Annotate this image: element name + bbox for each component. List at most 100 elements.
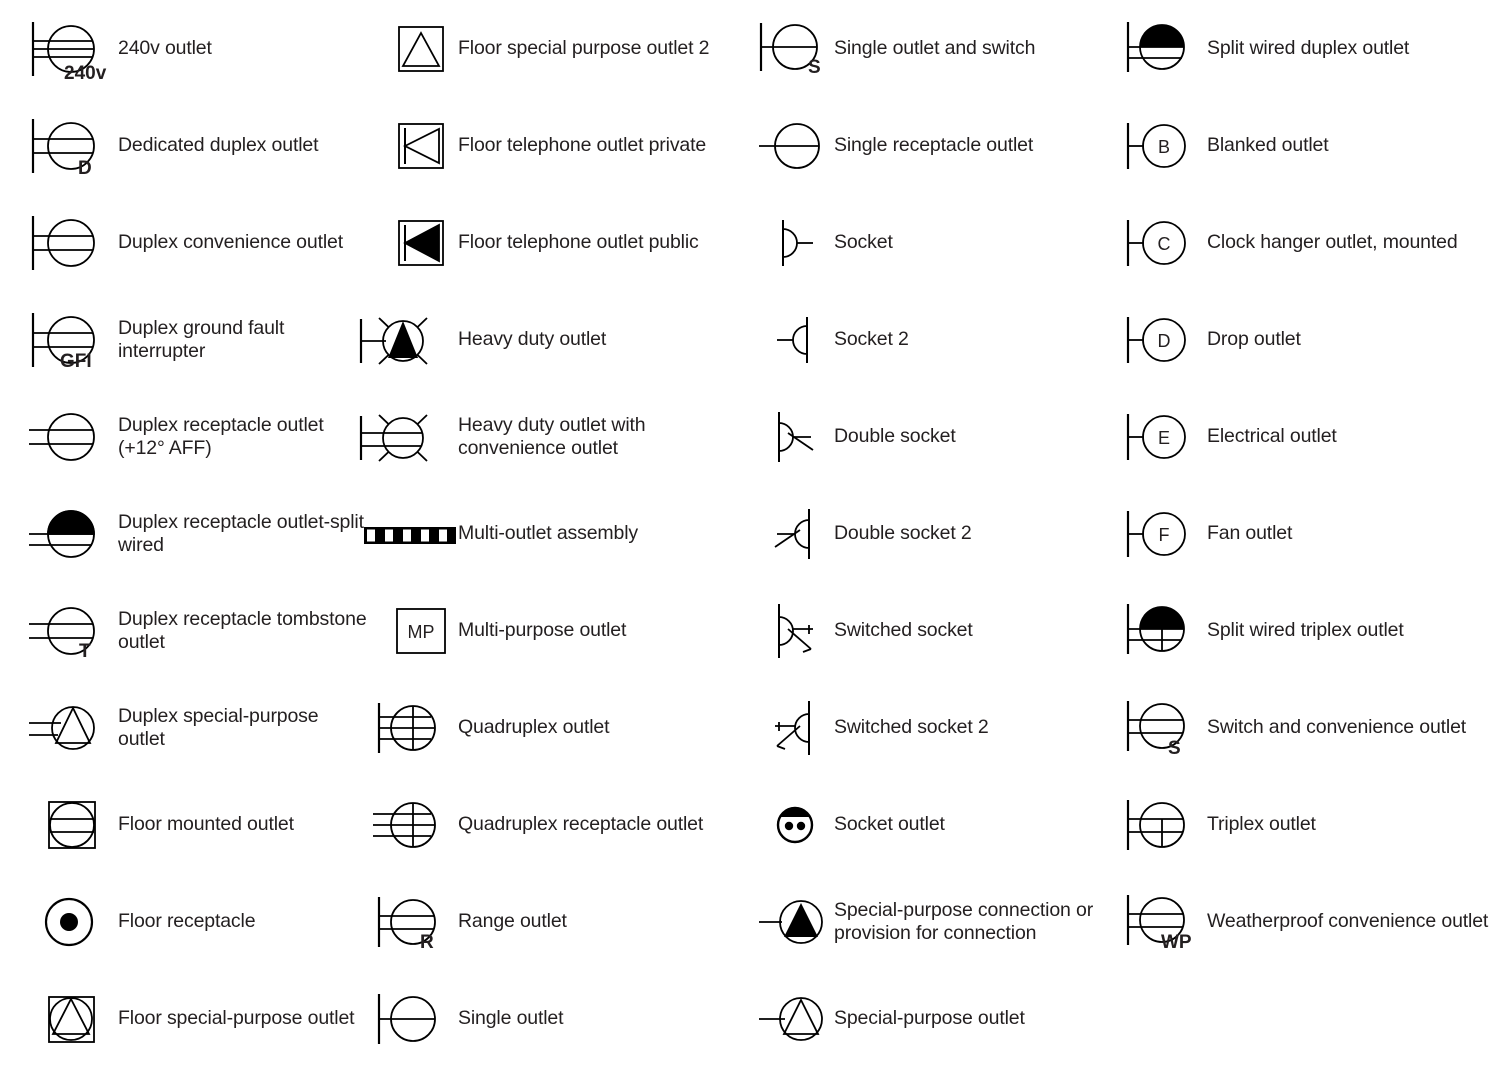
symbol-row[interactable]: Duplex special-purpose outlet (18, 679, 368, 776)
symbol-row[interactable]: Switched socket (760, 582, 1098, 679)
symbol-row[interactable]: Split wired triplex outlet (1107, 582, 1497, 679)
floor-telephone-outlet-private-icon (358, 100, 454, 192)
symbol-row[interactable]: Socket 2 (760, 291, 1098, 388)
symbol-row[interactable]: Floor receptacle (18, 873, 368, 970)
switched-socket-2-icon (760, 682, 830, 774)
heavy-duty-outlet-icon (358, 294, 454, 386)
symbol-row[interactable]: MP Multi-purpose outlet (358, 582, 746, 679)
symbol-label: Dedicated duplex outlet (118, 134, 319, 156)
symbol-label: Socket (834, 231, 893, 253)
symbol-label: Split wired duplex outlet (1207, 37, 1410, 59)
symbol-row[interactable]: Triplex outlet (1107, 776, 1497, 873)
symbol-label: Switch and convenience outlet (1207, 716, 1467, 738)
symbol-label: Switched socket (834, 619, 973, 641)
symbol-row[interactable]: Heavy duty outlet with convenience outle… (358, 388, 746, 485)
symbol-row[interactable]: Single receptacle outlet (759, 97, 1098, 194)
single-receptacle-outlet-icon (759, 100, 830, 192)
symbol-row[interactable]: 240v 240v outlet (18, 0, 368, 97)
symbol-row[interactable]: C Clock hanger outlet, mounted (1107, 194, 1497, 291)
symbol-label: Weatherproof convenience outlet (1207, 910, 1489, 932)
symbol-label: Quadruplex receptacle outlet (458, 813, 704, 835)
symbol-row[interactable]: Quadruplex outlet (358, 679, 746, 776)
outlet-letter: E (1158, 428, 1170, 448)
symbol-row[interactable]: Special-purpose connection or provision … (759, 873, 1098, 970)
symbol-row[interactable]: R Range outlet (358, 873, 746, 970)
symbol-row[interactable]: Special-purpose outlet (759, 970, 1098, 1067)
symbol-row[interactable]: E Electrical outlet (1107, 388, 1497, 485)
symbol-row[interactable]: D Dedicated duplex outlet (18, 97, 368, 194)
symbol-row[interactable]: Switched socket 2 (760, 679, 1098, 776)
symbol-column-4: Split wired duplex outlet B Blanked outl… (1095, 0, 1500, 1071)
symbol-row[interactable]: Duplex receptacle outlet (+12° AFF) (18, 388, 368, 485)
symbol-row[interactable]: Socket outlet (760, 776, 1098, 873)
symbol-row[interactable]: Single outlet (358, 970, 746, 1067)
symbol-row[interactable]: Heavy duty outlet (358, 291, 746, 388)
symbol-row[interactable]: GFI Duplex ground fault interrupter (18, 291, 368, 388)
symbol-label: Split wired triplex outlet (1207, 619, 1404, 641)
symbol-row[interactable]: S Switch and convenience outlet (1107, 679, 1497, 776)
symbol-label: Drop outlet (1207, 328, 1301, 350)
symbol-label: Quadruplex outlet (458, 716, 610, 738)
symbol-column-1: 240v 240v outlet D Dedicated duplex outl… (0, 0, 372, 1071)
symbol-sub-label: WP (1161, 931, 1192, 953)
symbol-sub-label: 240v (64, 62, 107, 84)
symbol-row[interactable]: Double socket 2 (760, 485, 1098, 582)
single-outlet-and-switch-icon: S (759, 3, 830, 95)
symbol-label: Switched socket 2 (834, 716, 989, 738)
symbol-row[interactable]: T Duplex receptacle tombstone outlet (18, 582, 368, 679)
symbol-row[interactable]: Floor mounted outlet (18, 776, 368, 873)
symbol-row[interactable]: WP Weatherproof convenience outlet (1107, 873, 1497, 970)
symbol-sub-label: T (79, 640, 91, 662)
symbol-label: Floor telephone outlet private (458, 134, 707, 156)
symbol-label: Floor special purpose outlet 2 (458, 37, 710, 59)
symbol-row[interactable]: Duplex receptacle outlet-split wired (18, 485, 368, 582)
symbol-row[interactable]: Floor special purpose outlet 2 (358, 0, 746, 97)
symbol-row[interactable]: Quadruplex receptacle outlet (358, 776, 746, 873)
socket-icon (760, 197, 830, 289)
symbol-label: Special-purpose connection or provision … (834, 898, 1094, 944)
double-socket-icon (760, 391, 830, 483)
duplex-ground-fault-interrupter-icon: GFI (18, 294, 114, 386)
double-socket-2-icon (760, 488, 830, 580)
symbol-label: Multi-outlet assembly (458, 522, 638, 544)
symbol-label: Single outlet (458, 1007, 564, 1029)
symbol-row[interactable]: Double socket (760, 388, 1098, 485)
fan-outlet-icon: F (1107, 488, 1203, 580)
heavy-duty-outlet-with-convenience-outlet-icon (358, 391, 454, 483)
symbol-row[interactable]: Multi-outlet assembly (358, 485, 746, 582)
duplex-convenience-outlet-icon (18, 197, 114, 289)
duplex-receptacle-outlet-split-wired-icon (18, 488, 114, 580)
duplex-receptacle-outlet-aff-icon (18, 391, 114, 483)
symbol-row[interactable]: Split wired duplex outlet (1107, 0, 1497, 97)
floor-special-purpose-outlet-icon (18, 973, 114, 1065)
symbol-row[interactable]: B Blanked outlet (1107, 97, 1497, 194)
symbol-label: Double socket 2 (834, 522, 972, 544)
symbol-row[interactable]: Floor special-purpose outlet (18, 970, 368, 1067)
symbol-label: Floor special-purpose outlet (118, 1007, 355, 1029)
switch-and-convenience-outlet-icon: S (1107, 682, 1203, 774)
outlet-letter: C (1158, 234, 1171, 254)
symbol-row[interactable]: Duplex convenience outlet (18, 194, 368, 291)
symbol-label: Socket 2 (834, 328, 909, 350)
electrical-symbols-sheet: 240v 240v outlet D Dedicated duplex outl… (0, 0, 1500, 1071)
symbol-sub-label: S (1168, 737, 1181, 759)
symbol-label: Duplex receptacle tombstone outlet (118, 607, 367, 653)
symbol-label: Duplex receptacle outlet (+12° AFF) (118, 413, 324, 459)
symbol-label: Floor receptacle (118, 910, 256, 932)
duplex-special-purpose-outlet-icon (18, 682, 114, 774)
multi-purpose-outlet-letter: MP (408, 622, 435, 642)
split-wired-duplex-outlet-icon (1107, 3, 1203, 95)
quadruplex-receptacle-outlet-icon (358, 779, 454, 871)
special-purpose-outlet-icon (759, 973, 830, 1065)
special-purpose-connection-icon (759, 876, 830, 968)
electrical-outlet-icon: E (1107, 391, 1203, 483)
symbol-row[interactable]: Floor telephone outlet public (358, 194, 746, 291)
blanked-outlet-icon: B (1107, 100, 1203, 192)
weatherproof-convenience-outlet-icon: WP (1107, 876, 1203, 968)
symbol-row[interactable]: Socket (760, 194, 1098, 291)
symbol-row[interactable]: Floor telephone outlet private (358, 97, 746, 194)
symbol-row[interactable]: F Fan outlet (1107, 485, 1497, 582)
symbol-row[interactable]: D Drop outlet (1107, 291, 1497, 388)
symbol-row[interactable]: S Single outlet and switch (759, 0, 1098, 97)
symbol-label: Heavy duty outlet with convenience outle… (458, 413, 646, 459)
